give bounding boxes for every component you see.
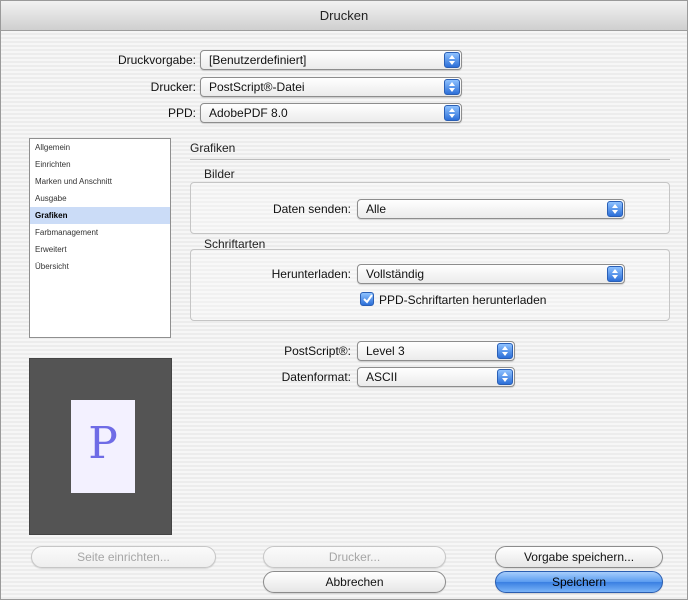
sidebar-item-uebersicht[interactable]: Übersicht [30, 258, 170, 275]
sidebar-item-marken-und-anschnitt[interactable]: Marken und Anschnitt [30, 173, 170, 190]
sidebar-item-erweitert[interactable]: Erweitert [30, 241, 170, 258]
vorgabe-speichern-button[interactable]: Vorgabe speichern... [495, 546, 663, 568]
druckvorgabe-value: [Benutzerdefiniert] [209, 53, 307, 67]
drucker-popup[interactable]: PostScript®-Datei [200, 77, 462, 97]
drucker-value: PostScript®-Datei [209, 80, 305, 94]
seite-einrichten-button[interactable]: Seite einrichten... [31, 546, 216, 568]
daten-senden-popup[interactable]: Alle [357, 199, 625, 219]
checkmark-icon [363, 294, 373, 304]
datenformat-label: Datenformat: [281, 370, 351, 384]
daten-senden-label: Daten senden: [272, 202, 351, 216]
datenformat-popup[interactable]: ASCII [357, 367, 515, 387]
herunterladen-label: Herunterladen: [271, 267, 351, 281]
sidebar-item-grafiken[interactable]: Grafiken [30, 207, 170, 224]
sidebar-item-allgemein[interactable]: Allgemein [30, 139, 170, 156]
popup-arrows-icon [607, 201, 623, 217]
popup-arrows-icon [444, 105, 460, 121]
druckvorgabe-popup[interactable]: [Benutzerdefiniert] [200, 50, 462, 70]
print-dialog: Drucken Druckvorgabe: [Benutzerdefiniert… [0, 0, 688, 600]
section-divider [190, 159, 670, 160]
speichern-button[interactable]: Speichern [495, 571, 663, 593]
category-list[interactable]: Allgemein Einrichten Marken und Anschnit… [29, 138, 171, 338]
ppd-value: AdobePDF 8.0 [209, 106, 288, 120]
page-preview: P [29, 358, 172, 535]
popup-arrows-icon [444, 52, 460, 68]
sidebar-item-ausgabe[interactable]: Ausgabe [30, 190, 170, 207]
ppd-label: PPD: [167, 106, 196, 120]
sidebar-item-einrichten[interactable]: Einrichten [30, 156, 170, 173]
bilder-title: Bilder [204, 167, 235, 181]
ppd-popup[interactable]: AdobePDF 8.0 [200, 103, 462, 123]
ppd-schriftarten-checkbox[interactable] [360, 292, 374, 306]
abbrechen-button[interactable]: Abbrechen [263, 571, 446, 593]
window-title: Drucken [1, 1, 687, 31]
popup-arrows-icon [444, 79, 460, 95]
drucker-label: Drucker: [150, 80, 196, 94]
preview-page: P [71, 400, 135, 493]
preview-letter: P [88, 418, 118, 469]
popup-arrows-icon [497, 369, 513, 385]
sidebar-item-farbmanagement[interactable]: Farbmanagement [30, 224, 170, 241]
druckvorgabe-label: Druckvorgabe: [117, 53, 196, 67]
popup-arrows-icon [607, 266, 623, 282]
daten-senden-value: Alle [366, 202, 387, 216]
datenformat-value: ASCII [366, 370, 398, 384]
postscript-label: PostScript®: [284, 344, 351, 358]
section-title: Grafiken [190, 141, 236, 155]
postscript-popup[interactable]: Level 3 [357, 341, 515, 361]
schriftarten-group [190, 249, 670, 321]
schriftarten-title: Schriftarten [204, 237, 266, 251]
ppd-schriftarten-label[interactable]: PPD-Schriftarten herunterladen [379, 293, 546, 307]
herunterladen-value: Vollständig [366, 267, 425, 281]
herunterladen-popup[interactable]: Vollständig [357, 264, 625, 284]
drucker-button[interactable]: Drucker... [263, 546, 446, 568]
popup-arrows-icon [497, 343, 513, 359]
postscript-value: Level 3 [366, 344, 405, 358]
